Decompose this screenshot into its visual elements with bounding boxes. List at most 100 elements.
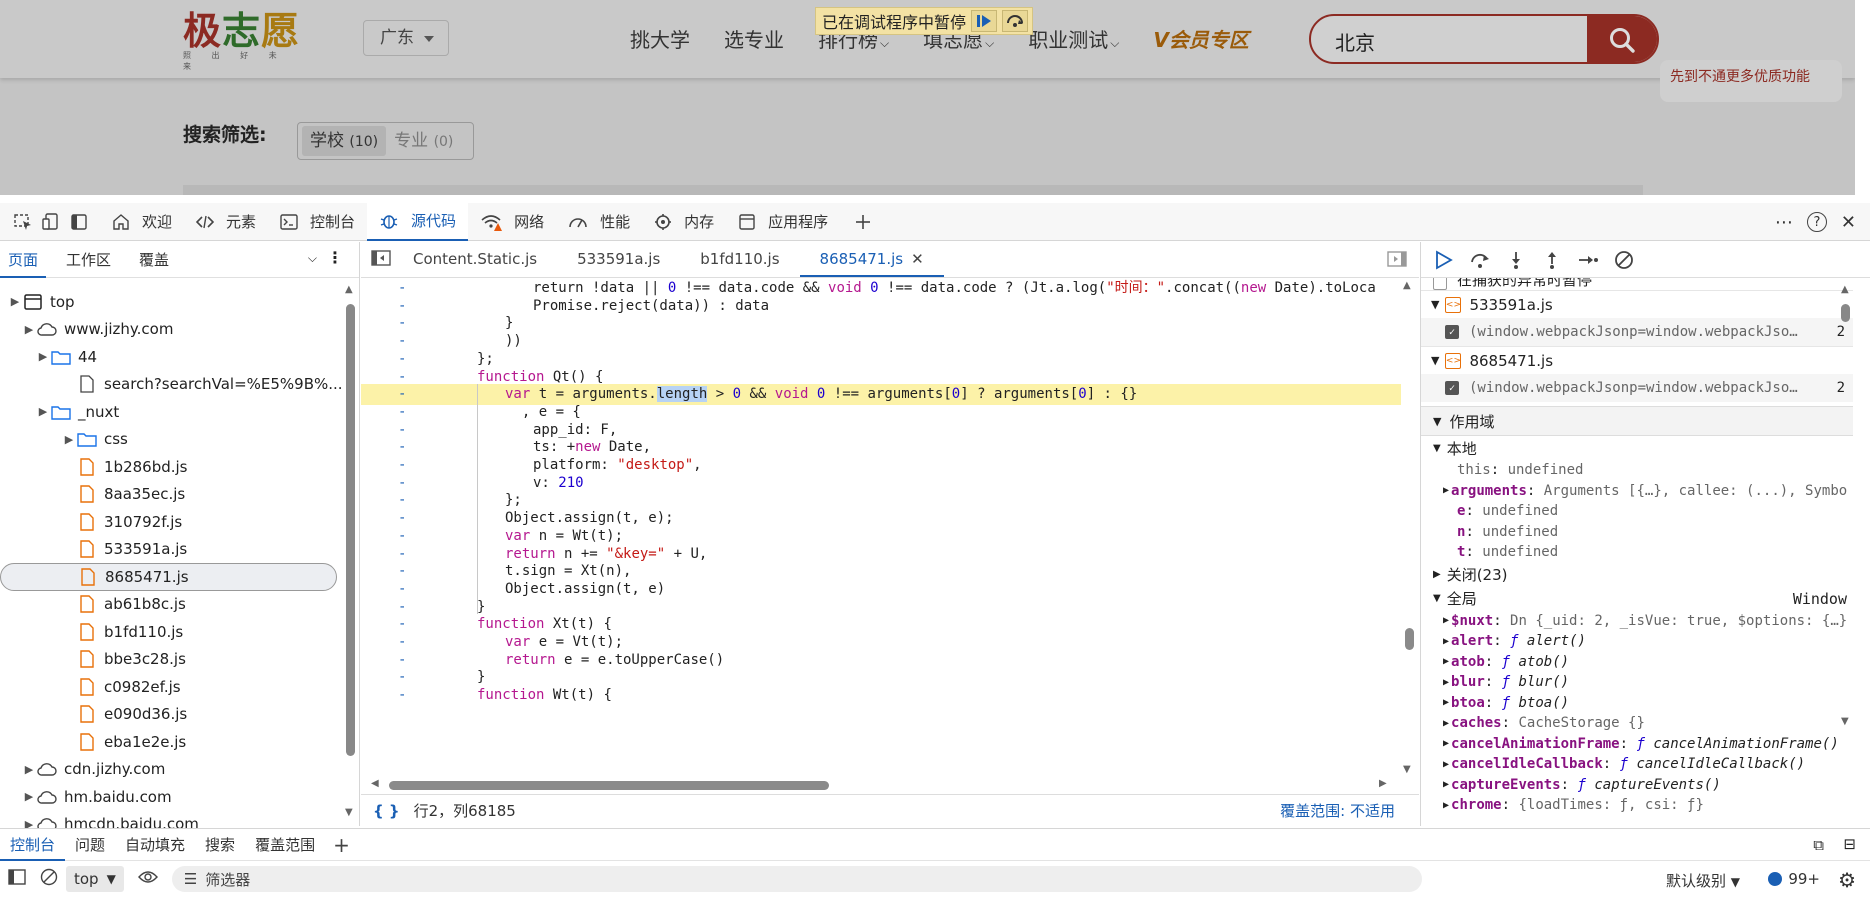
expand-arrow-icon[interactable]: ▶ bbox=[1443, 677, 1449, 688]
breakpoint-file[interactable]: ▼ <> 8685471.js bbox=[1421, 346, 1853, 374]
pause-on-caught-row[interactable]: 在捕获的异常时暂停 bbox=[1421, 278, 1853, 290]
tab-home[interactable]: 欢迎 bbox=[100, 203, 184, 241]
help-icon[interactable]: ? bbox=[1806, 212, 1827, 232]
tree-item[interactable]: ab61b8c.js bbox=[0, 591, 345, 619]
log-level-select[interactable]: 默认级别 ▼ bbox=[1666, 870, 1740, 891]
step-into-button[interactable] bbox=[1503, 247, 1529, 273]
tree-item[interactable]: ▶ css bbox=[0, 426, 345, 454]
global-variable[interactable]: ▶ cancelIdleCallback: ƒ cancelIdleCallbac… bbox=[1421, 754, 1853, 775]
search-button[interactable] bbox=[1587, 16, 1657, 62]
step-over-button[interactable] bbox=[1467, 247, 1493, 273]
inspect-element-button[interactable] bbox=[10, 209, 36, 235]
device-emulation-button[interactable] bbox=[38, 209, 64, 235]
add-drawer-tab-icon[interactable]: + bbox=[333, 833, 350, 857]
live-expression-eye-icon[interactable] bbox=[137, 870, 158, 888]
checkbox-checked[interactable]: ✓ bbox=[1445, 381, 1459, 395]
tab-overrides[interactable]: 覆盖 bbox=[131, 242, 177, 278]
tree-item[interactable]: 533591a.js bbox=[0, 536, 345, 564]
kebab-menu-icon[interactable]: ⋮ bbox=[327, 248, 343, 267]
tab-app[interactable]: 应用程序 bbox=[726, 203, 840, 241]
tree-item[interactable]: ▶ hm.baidu.com bbox=[0, 783, 345, 811]
expand-arrow-icon[interactable]: ▶ bbox=[22, 763, 36, 776]
tree-item[interactable]: ▶ 44 bbox=[0, 343, 345, 371]
nav-item[interactable]: 挑大学 bbox=[630, 24, 690, 53]
expand-arrow-icon[interactable]: ▶ bbox=[1443, 656, 1449, 667]
expand-arrow-icon[interactable]: ▶ bbox=[62, 433, 76, 446]
scope-header[interactable]: ▼ 作用域 bbox=[1421, 406, 1853, 436]
breakpoint-entry[interactable]: ✓ (window.webpackJsonp=window.webpackJso…… bbox=[1421, 318, 1853, 346]
chevron-down-icon[interactable]: ⌵ bbox=[308, 251, 317, 266]
scope-variable[interactable]: ▶ arguments: Arguments [{…}, callee: (...… bbox=[1421, 481, 1853, 502]
toggle-sidebar-button[interactable] bbox=[66, 209, 92, 235]
editor-tab[interactable]: 8685471.js ✕ bbox=[799, 241, 944, 277]
global-variable[interactable]: ▶ btoa: ƒ btoa() bbox=[1421, 693, 1853, 714]
dock-icon[interactable]: ⧉ bbox=[1813, 836, 1824, 854]
console-filter-input[interactable]: ☰ 筛选器 bbox=[171, 866, 1422, 892]
tree-item[interactable]: 310792f.js bbox=[0, 508, 345, 536]
drawer-tab[interactable]: 问题 bbox=[65, 829, 115, 861]
expand-arrow-icon[interactable]: ▶ bbox=[1443, 779, 1449, 790]
tab-pages[interactable]: 页面 bbox=[0, 242, 47, 278]
site-search[interactable]: 北京 bbox=[1309, 14, 1659, 64]
global-variable[interactable]: ▶ caches: CacheStorage {} bbox=[1421, 713, 1853, 734]
step-over-button[interactable] bbox=[1002, 10, 1029, 32]
expand-arrow-icon[interactable]: ▶ bbox=[1443, 615, 1449, 626]
global-variable[interactable]: ▶ $nuxt: Dn {_uid: 2, _isVue: true, $opti… bbox=[1421, 611, 1853, 632]
expand-arrow-icon[interactable]: ▶ bbox=[1443, 800, 1449, 811]
nav-vip[interactable]: V会员专区 bbox=[1153, 24, 1248, 53]
console-settings-icon[interactable]: ⚙ bbox=[1838, 868, 1856, 892]
expand-arrow-icon[interactable]: ▶ bbox=[1443, 636, 1449, 647]
site-logo[interactable]: 极志愿 照 出 好 未 来 bbox=[183, 8, 313, 71]
code-line[interactable]: - function Wt(t) { bbox=[361, 685, 1401, 706]
nav-item[interactable]: 选专业 bbox=[724, 24, 784, 53]
expand-arrow-icon[interactable]: ▶ bbox=[36, 350, 50, 363]
drawer-tab[interactable]: 自动填充 bbox=[115, 829, 195, 861]
expand-arrow-icon[interactable]: ▶ bbox=[8, 295, 22, 308]
pretty-print-icon[interactable]: { } bbox=[373, 802, 400, 820]
expand-arrow-icon[interactable]: ▶ bbox=[22, 790, 36, 803]
scope-variable[interactable]: n: undefined bbox=[1421, 522, 1853, 543]
breakpoint-entry[interactable]: ✓ (window.webpackJsonp=window.webpackJso…… bbox=[1421, 374, 1853, 402]
issues-counter[interactable]: 99+ bbox=[1768, 870, 1820, 888]
filter-tab-school[interactable]: 学校 (10) bbox=[302, 126, 387, 156]
tab-wifi[interactable]: 网络 bbox=[468, 203, 556, 241]
console-sidebar-icon[interactable] bbox=[8, 869, 26, 889]
expand-arrow-icon[interactable]: ▶ bbox=[1443, 718, 1449, 729]
global-scope-header[interactable]: ▼ 全局 Window bbox=[1421, 587, 1853, 611]
close-icon[interactable]: ✕ bbox=[1841, 212, 1856, 233]
debugger-scrollbar[interactable]: ▲ ▼ bbox=[1839, 282, 1853, 822]
navigator-scrollbar[interactable]: ▲ ▼ bbox=[344, 282, 358, 822]
resume-button[interactable] bbox=[971, 10, 998, 32]
editor-tab[interactable]: Content.Static.js bbox=[393, 241, 557, 277]
collapse-arrow-icon[interactable]: ▼ bbox=[1431, 298, 1439, 311]
tree-item[interactable]: c0982ef.js bbox=[0, 673, 345, 701]
close-icon[interactable]: ✕ bbox=[911, 250, 924, 268]
expand-arrow-icon[interactable]: ▶ bbox=[1443, 738, 1449, 749]
tree-item[interactable]: 1b286bd.js bbox=[0, 453, 345, 481]
tree-item[interactable]: ▶ _nuxt bbox=[0, 398, 345, 426]
collapse-arrow-icon[interactable]: ▼ bbox=[1431, 354, 1439, 367]
nav-item[interactable]: 职业测试 ⌵ bbox=[1028, 24, 1119, 53]
global-variable[interactable]: ▶ chrome: {loadTimes: ƒ, csi: ƒ} bbox=[1421, 795, 1853, 816]
step-button[interactable] bbox=[1575, 247, 1601, 273]
editor-vertical-scrollbar[interactable]: ▲ ▼ bbox=[1401, 278, 1417, 778]
local-scope-header[interactable]: ▼ 本地 bbox=[1421, 436, 1853, 460]
toggle-debugger-icon[interactable] bbox=[1387, 251, 1407, 271]
scope-variable[interactable]: e: undefined bbox=[1421, 501, 1853, 522]
tree-item[interactable]: b1fd110.js bbox=[0, 618, 345, 646]
toggle-navigator-icon[interactable] bbox=[371, 249, 391, 270]
tab-code[interactable]: 元素 bbox=[184, 203, 268, 241]
drawer-tab[interactable]: 控制台 bbox=[0, 829, 66, 861]
drawer-tab[interactable]: 搜索 bbox=[195, 829, 245, 861]
clear-console-icon[interactable] bbox=[40, 868, 58, 890]
tree-item[interactable]: ▶ www.jizhy.com bbox=[0, 316, 345, 344]
coverage-status[interactable]: 覆盖范围: 不适用 bbox=[1280, 800, 1395, 821]
tree-item[interactable]: ▶ top bbox=[0, 288, 345, 316]
tab-gauge[interactable]: 性能 bbox=[556, 203, 642, 241]
resume-button[interactable] bbox=[1431, 247, 1457, 273]
closure-scope-header[interactable]: ▶ 关闭(23) bbox=[1421, 563, 1853, 587]
editor-horizontal-scrollbar[interactable]: ◀ ▶ bbox=[361, 778, 1401, 792]
editor-tab[interactable]: b1fd110.js bbox=[680, 241, 799, 277]
breakpoint-file[interactable]: ▼ <> 533591a.js bbox=[1421, 290, 1853, 318]
tab-workspace[interactable]: 工作区 bbox=[58, 242, 119, 278]
